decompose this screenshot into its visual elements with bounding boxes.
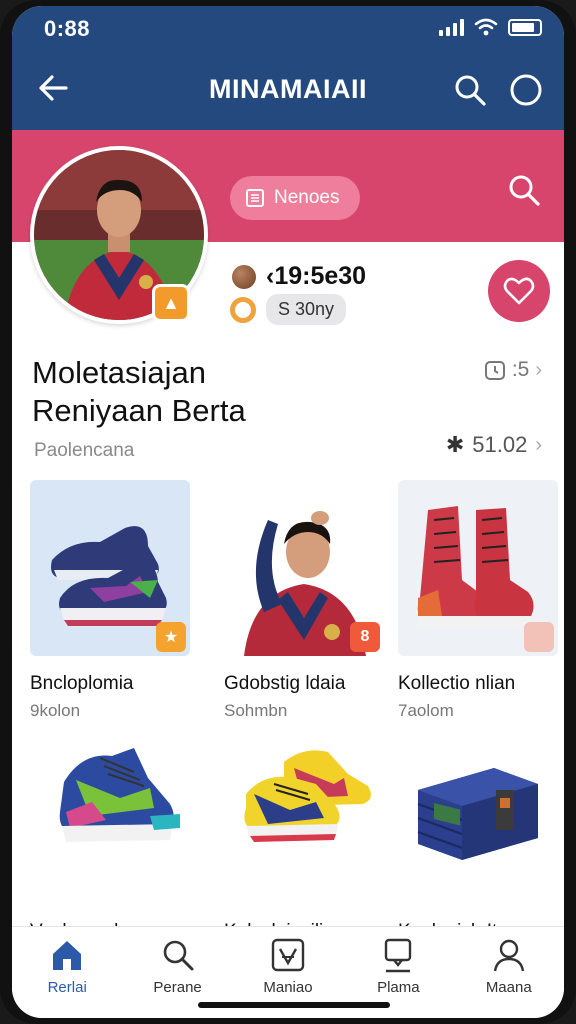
signal-icon <box>439 18 464 36</box>
product-card[interactable]: ★ Bncloplomia 9kolon <box>30 480 190 721</box>
price-meta-value: 51.02 <box>472 432 528 457</box>
balance-row: ‹19:5e30 <box>232 262 366 291</box>
trophy-badge-icon: ▲ <box>152 284 190 322</box>
product-card[interactable]: Kolecloivailis <box>224 728 384 943</box>
product-image-wallets <box>398 728 558 904</box>
app-screen: 0:88 MINAMAIAII Nenoes ▲ ‹19:5e30 S 30ny… <box>12 6 564 1018</box>
timer-icon <box>484 361 505 380</box>
product-title: Bncloplomia <box>30 673 134 694</box>
timer-meta-value: :5 <box>511 358 530 381</box>
section-title: Moletasiajan Reniyaan Berta <box>32 354 372 430</box>
home-icon <box>53 941 82 970</box>
sparkle-icon: ✱ <box>445 432 465 457</box>
star-badge-icon: ★ <box>156 622 186 652</box>
top-app-bar: 0:88 MINAMAIAII <box>12 6 564 130</box>
price-meta[interactable]: ✱ 51.02 › <box>446 432 542 458</box>
points-chip: S 30ny <box>266 294 347 325</box>
like-button[interactable] <box>488 260 550 322</box>
search-icon <box>163 940 194 971</box>
product-subtitle: 7aolom <box>398 701 454 720</box>
home-indicator[interactable] <box>198 1002 390 1008</box>
edit-box-icon <box>271 938 305 972</box>
profile-circle-button[interactable] <box>506 70 546 110</box>
nav-label: Maana <box>485 979 532 996</box>
coin-icon <box>232 264 256 289</box>
gold-ring-icon <box>230 296 256 323</box>
battery-icon <box>508 18 542 36</box>
timer-meta[interactable]: :5 › <box>484 358 542 382</box>
banner-search-button[interactable] <box>504 170 544 210</box>
section-subtitle: Paolencana <box>34 440 135 461</box>
number-badge-icon: 8 <box>350 622 380 652</box>
phone-frame: 0:88 MINAMAIAII Nenoes ▲ ‹19:5e30 S 30ny… <box>0 0 576 1024</box>
nav-label: Plama <box>377 979 420 996</box>
nav-item-profile[interactable]: Maana <box>459 937 559 1018</box>
status-time: 0:88 <box>44 16 91 41</box>
nav-item-home[interactable]: Rerlai <box>17 937 117 1018</box>
product-card[interactable]: 8 Gdobstig ldaia Sohmbn <box>224 480 384 721</box>
search-button[interactable] <box>450 70 490 110</box>
product-subtitle: Sohmbn <box>224 701 288 720</box>
nav-label: Maniao <box>263 979 313 996</box>
status-icons <box>439 18 542 36</box>
product-title: Gdobstig ldaia <box>224 673 346 694</box>
chat-person-icon <box>385 938 412 973</box>
product-subtitle: 9kolon <box>30 701 81 720</box>
product-image-sneaker-yellow <box>224 728 384 904</box>
chevron-right-icon: › <box>535 433 542 456</box>
points-row: S 30ny <box>230 294 347 325</box>
product-card[interactable]: Vaplamaalan <box>30 728 190 943</box>
product-title: Kollectio nlian <box>398 673 516 694</box>
section-title-line2: Reniyaan Berta <box>32 393 246 428</box>
list-icon <box>246 189 264 207</box>
nav-label: Perane <box>153 979 202 996</box>
section-title-line1: Moletasiajan <box>32 355 207 390</box>
menu-chip[interactable]: Nenoes <box>230 176 360 220</box>
product-image-sneaker-green <box>30 728 190 904</box>
tag-badge-icon <box>524 622 554 652</box>
product-card[interactable]: Kollectio nlian 7aolom <box>398 480 558 721</box>
wifi-icon <box>474 18 498 36</box>
menu-chip-label: Nenoes <box>274 187 340 208</box>
nav-label: Rerlai <box>47 979 87 996</box>
heart-icon <box>503 277 535 305</box>
user-icon <box>493 939 524 972</box>
balance-value: ‹19:5e30 <box>266 262 367 290</box>
chevron-right-icon: › <box>535 358 542 381</box>
product-card[interactable]: Koolegish Item <box>398 728 558 943</box>
